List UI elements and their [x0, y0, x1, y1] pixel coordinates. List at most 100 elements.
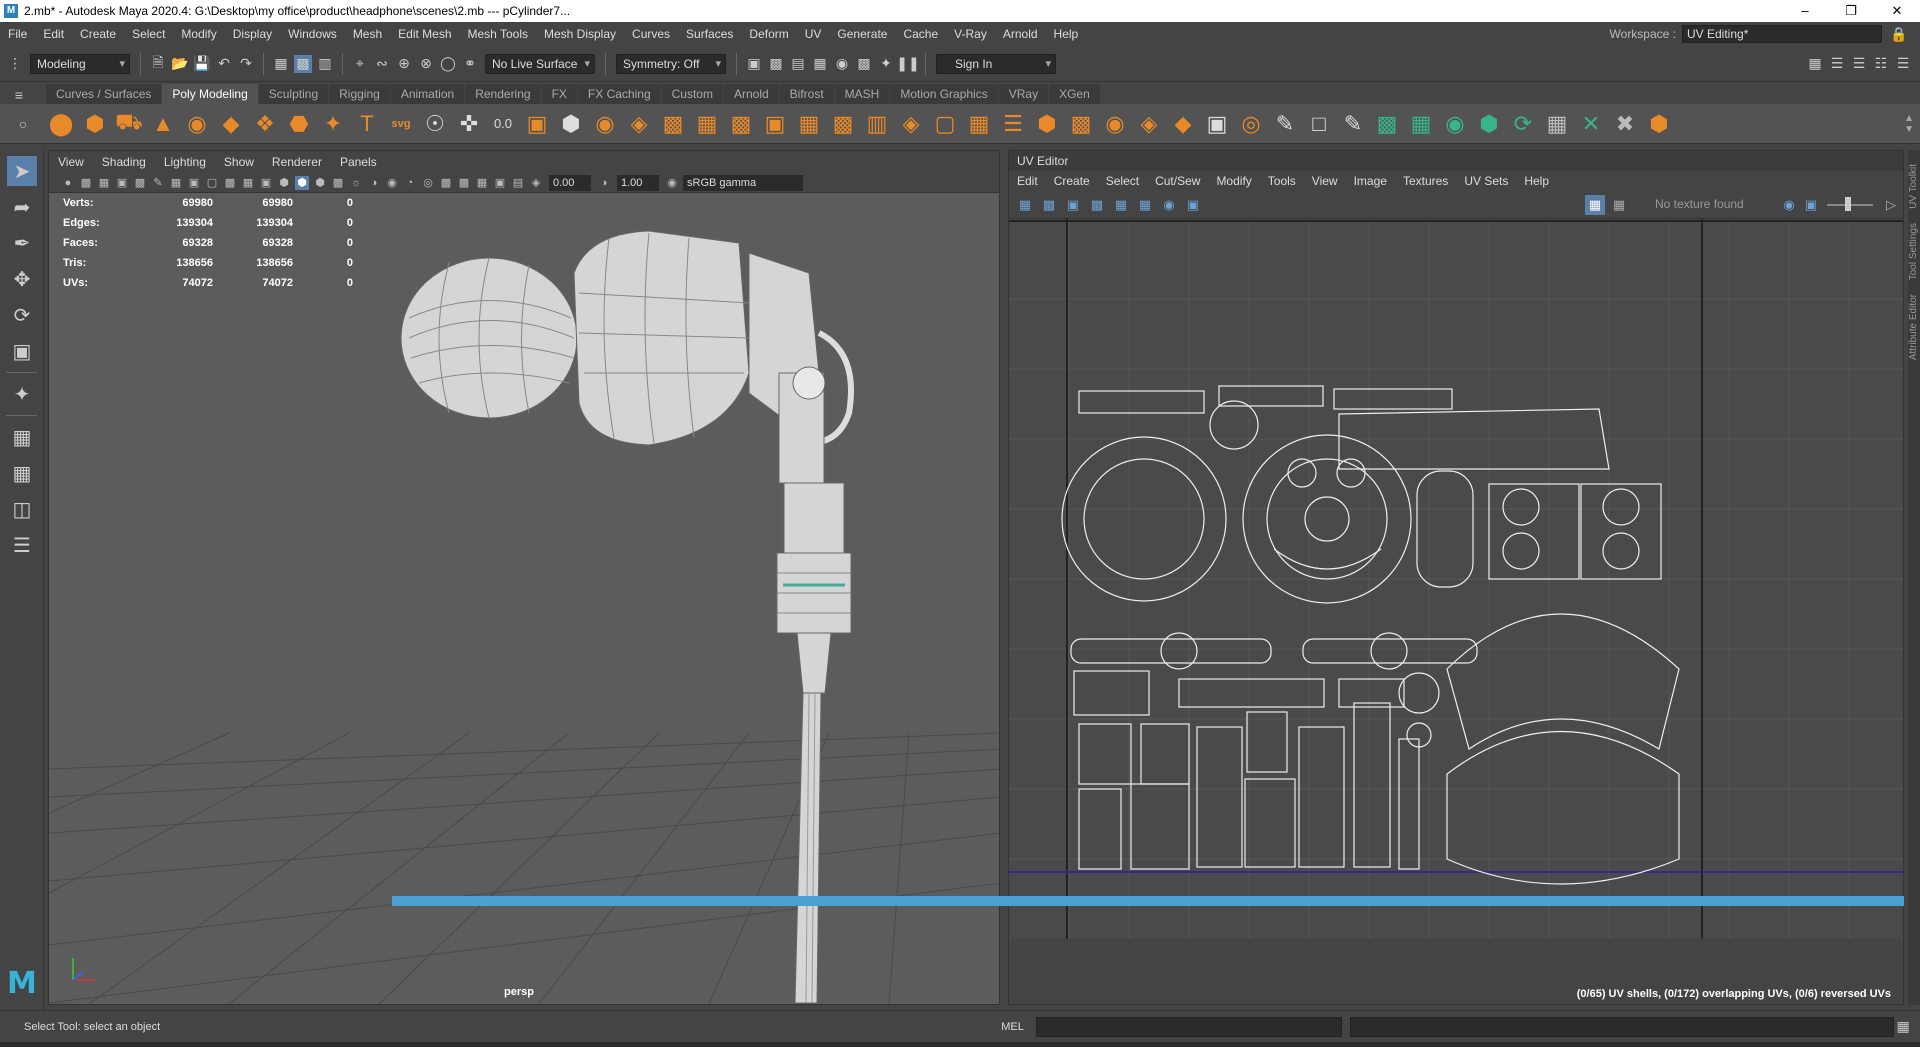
- shelf-tab-fx-caching[interactable]: FX Caching: [577, 84, 661, 104]
- outliner-layout-icon[interactable]: ☰: [7, 530, 37, 560]
- scale-tool-icon[interactable]: ▣: [7, 336, 37, 366]
- shelf-tab-poly-modeling[interactable]: Poly Modeling: [162, 84, 258, 104]
- uv-snapshot-icon[interactable]: ▣: [1183, 195, 1203, 215]
- circularize-icon[interactable]: ◉: [1102, 111, 1128, 137]
- menu-windows[interactable]: Windows: [280, 27, 345, 41]
- two-d-pan-icon[interactable]: ▩: [133, 176, 147, 190]
- multi-cut-icon[interactable]: ✎: [1272, 111, 1298, 137]
- collapse-icon[interactable]: ▩: [1068, 111, 1094, 137]
- shelf-tab-vray[interactable]: VRay: [998, 84, 1049, 104]
- uv-menu-cut-sew[interactable]: Cut/Sew: [1147, 174, 1208, 188]
- platonic-solid-icon[interactable]: ⬣: [286, 111, 312, 137]
- uv-menu-create[interactable]: Create: [1046, 174, 1098, 188]
- smooth-icon[interactable]: ◉: [592, 111, 618, 137]
- move-tool-icon[interactable]: ✥: [7, 264, 37, 294]
- tool-settings-icon[interactable]: ☰: [1828, 55, 1846, 73]
- lasso-tool-icon[interactable]: ➦: [7, 192, 37, 222]
- symmetry-dropdown[interactable]: Symmetry: Off: [616, 53, 726, 74]
- menu-mesh[interactable]: Mesh: [345, 27, 390, 41]
- menu-cache[interactable]: Cache: [895, 27, 946, 41]
- bookmark-icon[interactable]: ▦: [97, 176, 111, 190]
- single-perspective-layout-icon[interactable]: ▦: [7, 422, 37, 452]
- uv-display-image-icon[interactable]: ▩: [1087, 195, 1107, 215]
- menu-uv[interactable]: UV: [797, 27, 830, 41]
- triangulate-icon[interactable]: ◈: [1136, 111, 1162, 137]
- extract-icon[interactable]: ▦: [966, 111, 992, 137]
- viewport-menu-view[interactable]: View: [49, 155, 93, 169]
- menu-surfaces[interactable]: Surfaces: [678, 27, 741, 41]
- uv-gamma-icon[interactable]: ▣: [1801, 195, 1821, 215]
- shelf-tab-mash[interactable]: MASH: [834, 84, 890, 104]
- shelf-tab-rigging[interactable]: Rigging: [329, 84, 390, 104]
- shelf-options-icon[interactable]: ○: [14, 115, 32, 133]
- dock-tab-attribute-editor[interactable]: Attribute Editor: [1908, 294, 1919, 360]
- snap-view-icon[interactable]: ⊗: [417, 55, 435, 73]
- uv-menu-image[interactable]: Image: [1346, 174, 1395, 188]
- shelf-tab-rendering[interactable]: Rendering: [465, 84, 541, 104]
- svg-icon[interactable]: svg: [388, 111, 414, 137]
- sign-in-dropdown[interactable]: Sign In: [936, 53, 1056, 74]
- pause-icon[interactable]: ❚❚: [896, 55, 919, 73]
- viewport-menu-show[interactable]: Show: [215, 155, 263, 169]
- uv-shell-icon[interactable]: ▩: [1039, 195, 1059, 215]
- unfold-icon[interactable]: ▩: [1374, 111, 1400, 137]
- poly-cone-icon[interactable]: ▲: [150, 111, 176, 137]
- dock-tab-tool-settings[interactable]: Tool Settings: [1908, 223, 1919, 280]
- poly-sphere-icon[interactable]: ⬤: [48, 111, 74, 137]
- uv-menu-view[interactable]: View: [1304, 174, 1346, 188]
- super-shape-icon[interactable]: ✦: [320, 111, 346, 137]
- boolean-icon[interactable]: ◈: [626, 111, 652, 137]
- viewport-menu-lighting[interactable]: Lighting: [155, 155, 215, 169]
- dock-tab-uv-toolkit[interactable]: UV Toolkit: [1908, 164, 1919, 209]
- wedge-icon[interactable]: ▥: [864, 111, 890, 137]
- layout-uv-icon[interactable]: ▦: [1408, 111, 1434, 137]
- uv-menu-uv-sets[interactable]: UV Sets: [1456, 174, 1516, 188]
- shadows-icon[interactable]: ◑: [367, 176, 381, 190]
- grease-pencil-icon[interactable]: ✎: [151, 176, 165, 190]
- shelf-tab-fx[interactable]: FX: [541, 84, 577, 104]
- uv-canvas[interactable]: [1009, 219, 1904, 939]
- perspective-viewport[interactable]: View Shading Lighting Show Renderer Pane…: [48, 150, 1000, 1005]
- uv-menu-select[interactable]: Select: [1098, 174, 1147, 188]
- bridge-icon[interactable]: ▦: [694, 111, 720, 137]
- uv-pixel-snap-icon[interactable]: ◉: [1159, 195, 1179, 215]
- rotate-tool-icon[interactable]: ⟳: [7, 300, 37, 330]
- bevel-icon[interactable]: ▩: [728, 111, 754, 137]
- menu-modify[interactable]: Modify: [173, 27, 224, 41]
- uv-exposure-icon[interactable]: ◉: [1779, 195, 1799, 215]
- arnold-render-icon[interactable]: ✦: [877, 55, 895, 73]
- depth-of-field-icon[interactable]: ▩: [439, 176, 453, 190]
- shelf-tab-curves-surfaces[interactable]: Curves / Surfaces: [46, 84, 162, 104]
- undo-icon[interactable]: ↶: [215, 55, 233, 73]
- poly-cylinder-icon[interactable]: ⛟: [115, 109, 143, 137]
- select-component-icon[interactable]: ▥: [316, 55, 334, 73]
- script-type-label[interactable]: MEL: [1001, 1021, 1024, 1033]
- wireframe-on-shaded-icon[interactable]: ⬢: [313, 176, 327, 190]
- poly-disc-icon[interactable]: ❖: [252, 111, 278, 137]
- motion-blur-icon[interactable]: ◔: [403, 176, 417, 190]
- ipr-render-icon[interactable]: ▤: [789, 55, 807, 73]
- text-icon[interactable]: T: [354, 111, 380, 137]
- render-view-icon[interactable]: ▩: [855, 55, 873, 73]
- render-settings-icon[interactable]: ▦: [811, 55, 829, 73]
- uv-grid-icon[interactable]: ▦: [1135, 195, 1155, 215]
- uv-menu-edit[interactable]: Edit: [1009, 174, 1046, 188]
- shelf-tab-motion-graphics[interactable]: Motion Graphics: [890, 84, 998, 104]
- snap-point-icon[interactable]: ⊕: [395, 55, 413, 73]
- menu-vray[interactable]: V-Ray: [946, 27, 995, 41]
- connect-icon[interactable]: ✎: [1340, 111, 1366, 137]
- new-scene-icon[interactable]: 🗎: [149, 54, 167, 73]
- xray-components-icon[interactable]: ▤: [511, 176, 525, 190]
- texture-paint-icon[interactable]: ⬢: [1646, 111, 1672, 137]
- gate-mask-icon[interactable]: ▩: [223, 176, 237, 190]
- last-tool-icon[interactable]: ✦: [7, 379, 37, 409]
- grid-icon[interactable]: ▦: [169, 176, 183, 190]
- uv-distortion-icon[interactable]: ▣: [1063, 195, 1083, 215]
- uv-options-icon[interactable]: ▷: [1881, 195, 1901, 215]
- open-scene-icon[interactable]: 📂: [171, 55, 189, 73]
- sew-uv-icon[interactable]: ⬢: [1476, 111, 1502, 137]
- lock-icon[interactable]: 🔒: [1890, 25, 1908, 43]
- textured-icon[interactable]: ▩: [331, 176, 345, 190]
- camera-attributes-icon[interactable]: ▩: [79, 176, 93, 190]
- field-chart-icon[interactable]: ▦: [241, 176, 255, 190]
